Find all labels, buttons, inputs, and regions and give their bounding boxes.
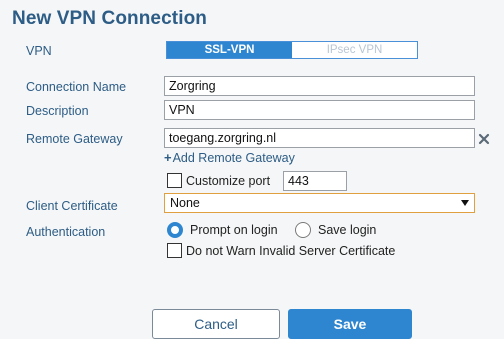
authentication-label: Authentication	[26, 225, 106, 239]
invalid-cert-checkbox[interactable]	[167, 243, 182, 258]
invalid-cert-label: Do not Warn Invalid Server Certificate	[186, 244, 396, 258]
client-certificate-label: Client Certificate	[26, 199, 118, 213]
add-remote-gateway-link[interactable]: + Add Remote Gateway	[164, 150, 295, 165]
vpn-label: VPN	[26, 44, 52, 58]
customize-port-checkbox[interactable]	[167, 173, 182, 188]
ssl-vpn-option[interactable]: SSL-VPN	[167, 42, 292, 58]
close-icon[interactable]	[478, 133, 490, 145]
ipsec-vpn-option[interactable]: IPsec VPN	[292, 42, 417, 58]
remote-gateway-label: Remote Gateway	[26, 132, 123, 146]
save-login-label: Save login	[318, 223, 377, 237]
new-vpn-connection-dialog: New VPN Connection VPN SSL-VPN IPsec VPN…	[0, 0, 504, 339]
save-login-radio[interactable]	[295, 222, 311, 238]
save-button[interactable]: Save	[288, 309, 412, 339]
customize-port-label: Customize port	[186, 174, 271, 188]
description-input[interactable]	[164, 100, 475, 120]
add-remote-gateway-label: Add Remote Gateway	[172, 150, 295, 165]
prompt-on-login-radio[interactable]	[167, 222, 183, 238]
dialog-title: New VPN Connection	[12, 8, 207, 29]
client-certificate-select[interactable]: None	[164, 193, 475, 213]
prompt-on-login-label: Prompt on login	[190, 223, 278, 237]
description-label: Description	[26, 104, 89, 118]
cancel-button[interactable]: Cancel	[152, 309, 280, 339]
connection-name-input[interactable]	[164, 76, 475, 96]
plus-icon: +	[164, 150, 172, 165]
vpn-type-toggle: SSL-VPN IPsec VPN	[166, 41, 418, 59]
remote-gateway-input[interactable]	[164, 128, 475, 148]
connection-name-label: Connection Name	[26, 80, 127, 94]
port-input[interactable]	[283, 171, 347, 191]
client-certificate-value: None	[170, 196, 200, 210]
caret-down-icon	[461, 200, 469, 206]
